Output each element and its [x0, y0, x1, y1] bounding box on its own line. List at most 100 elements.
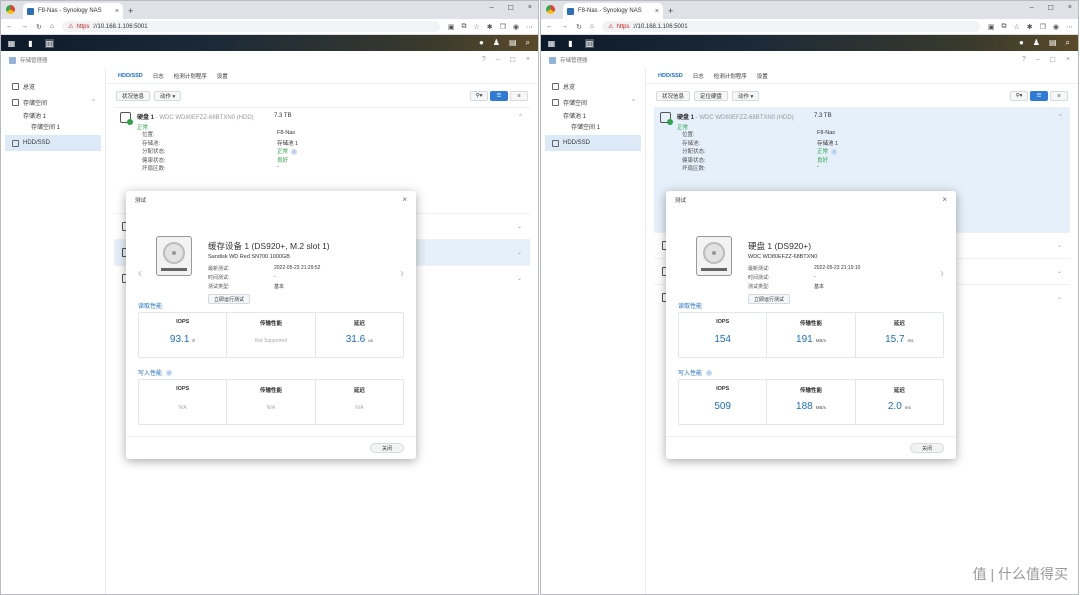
main-menu-icon[interactable]: ▦ — [7, 39, 16, 48]
maximize-icon[interactable]: ☐ — [508, 4, 514, 12]
info-icon[interactable]: i — [831, 149, 838, 155]
tab-log[interactable]: 日志 — [693, 72, 704, 80]
sidebar-item-pool[interactable]: 存储池 1 — [1, 110, 105, 121]
sidebar-item-volume[interactable]: 存储空间 1 — [1, 121, 105, 132]
close-button[interactable]: 关闭 — [910, 443, 944, 453]
chevron-up-icon[interactable]: ^ — [519, 114, 522, 120]
profile-icon[interactable]: ◉ — [1053, 23, 1059, 31]
storage-manager-taskbar-icon[interactable]: ▥ — [45, 38, 54, 48]
back-icon[interactable]: ← — [6, 23, 13, 30]
extensions-icon[interactable]: ⧉ — [1001, 23, 1006, 31]
sidebar-item-volume[interactable]: 存储空间 1 — [541, 121, 645, 132]
filter-button[interactable]: ⚲▾ — [1010, 91, 1028, 101]
close-icon[interactable]: × — [526, 56, 530, 64]
list-view-button[interactable]: ☰ — [1030, 91, 1048, 101]
tab-log[interactable]: 日志 — [153, 72, 164, 80]
detail-view-button[interactable]: ≡ — [510, 91, 528, 101]
browser-tab[interactable]: F8-Nas - Synology NAS × — [563, 3, 663, 19]
back-icon[interactable]: ← — [546, 23, 553, 30]
locate-disk-button[interactable]: 定位硬盘 — [694, 91, 729, 101]
chevron-up-icon[interactable]: ^ — [632, 99, 635, 105]
screenshot-icon[interactable]: ▣ — [448, 23, 455, 31]
info-icon[interactable]: i — [291, 149, 298, 155]
settings-icon[interactable]: ✱ — [1027, 23, 1033, 31]
minimize-icon[interactable]: – — [496, 56, 500, 64]
url-input[interactable]: ⚠ https://10.168.1.106:5001 — [602, 21, 980, 32]
close-icon[interactable]: × — [1066, 56, 1070, 64]
close-window-icon[interactable]: × — [528, 4, 532, 12]
menu-icon[interactable]: ⋯ — [526, 23, 533, 31]
sidebar-item-hdd[interactable]: HDD/SSD — [5, 135, 101, 151]
widgets-icon[interactable]: ▤ — [509, 38, 517, 48]
home-icon[interactable]: ⌂ — [50, 23, 54, 30]
collections-icon[interactable]: ❐ — [500, 23, 506, 31]
run-test-button[interactable]: 立即运行测试 — [208, 294, 251, 304]
chevron-down-icon[interactable]: ⌄ — [1057, 294, 1062, 301]
detail-view-button[interactable]: ≡ — [1050, 91, 1068, 101]
chevron-down-icon[interactable]: ⌄ — [517, 275, 522, 282]
status-button[interactable]: 状况信息 — [656, 91, 691, 101]
tab-hdd[interactable]: HDD/SSD — [118, 73, 143, 79]
minimize-icon[interactable]: – — [1030, 4, 1034, 12]
sidebar-item-storage[interactable]: 存储空间 ^ — [1, 94, 105, 110]
tab-schedule[interactable]: 检测计划程序 — [714, 72, 747, 80]
filter-button[interactable]: ⚲▾ — [470, 91, 488, 101]
next-device-icon[interactable]: › — [940, 266, 944, 280]
reload-icon[interactable]: ↻ — [576, 23, 582, 31]
action-button[interactable]: 动作 ▾ — [154, 91, 182, 101]
screenshot-icon[interactable]: ▣ — [988, 23, 995, 31]
next-device-icon[interactable]: › — [400, 266, 404, 280]
storage-manager-taskbar-icon[interactable]: ▥ — [585, 38, 594, 48]
chevron-down-icon[interactable]: ⌄ — [517, 223, 522, 230]
extensions-icon[interactable]: ⧉ — [461, 23, 466, 31]
help-icon[interactable]: ? — [482, 56, 486, 64]
new-tab-button[interactable]: + — [128, 6, 133, 16]
chevron-down-icon[interactable]: ⌄ — [1057, 242, 1062, 249]
sidebar-item-overview[interactable]: 总览 — [541, 78, 645, 94]
tab-hdd[interactable]: HDD/SSD — [658, 73, 683, 79]
sidebar-item-storage[interactable]: 存储空间 ^ — [541, 94, 645, 110]
reload-icon[interactable]: ↻ — [36, 23, 42, 31]
close-tab-icon[interactable]: × — [115, 8, 119, 15]
list-view-button[interactable]: ☰ — [490, 91, 508, 101]
user-icon[interactable]: ♟ — [493, 38, 500, 48]
tab-settings[interactable]: 设置 — [757, 72, 768, 80]
forward-icon[interactable]: → — [561, 23, 568, 30]
main-menu-icon[interactable]: ▦ — [547, 39, 556, 48]
maximize-icon[interactable]: ☐ — [1050, 56, 1056, 64]
close-icon[interactable]: × — [402, 195, 407, 204]
action-button[interactable]: 动作 ▾ — [732, 91, 760, 101]
chat-icon[interactable]: ● — [1019, 38, 1024, 48]
file-station-icon[interactable]: ▮ — [566, 39, 575, 48]
prev-device-icon[interactable]: ‹ — [138, 266, 142, 280]
info-icon[interactable]: i — [706, 369, 713, 376]
browser-tab[interactable]: F8-Nas - Synology NAS × — [23, 3, 123, 19]
close-tab-icon[interactable]: × — [655, 8, 659, 15]
star-icon[interactable]: ☆ — [473, 23, 479, 31]
tab-settings[interactable]: 设置 — [217, 72, 228, 80]
sidebar-item-pool[interactable]: 存储池 1 — [541, 110, 645, 121]
tab-schedule[interactable]: 检测计划程序 — [174, 72, 207, 80]
chevron-down-icon[interactable]: ⌄ — [1057, 268, 1062, 275]
chevron-up-icon[interactable]: ^ — [92, 99, 95, 105]
star-icon[interactable]: ☆ — [1013, 23, 1019, 31]
help-icon[interactable]: ? — [1022, 56, 1026, 64]
widgets-icon[interactable]: ▤ — [1049, 38, 1057, 48]
collections-icon[interactable]: ❐ — [1040, 23, 1046, 31]
minimize-icon[interactable]: – — [1036, 56, 1040, 64]
file-station-icon[interactable]: ▮ — [26, 39, 35, 48]
chevron-up-icon[interactable]: ^ — [1059, 114, 1062, 120]
profile-icon[interactable]: ◉ — [513, 23, 519, 31]
disk-entry[interactable]: 硬盘 1 - WDC WD80EFZZ-68BTXN0 (HDD) 正常 7.3… — [114, 107, 530, 173]
close-icon[interactable]: × — [942, 195, 947, 204]
close-button[interactable]: 关闭 — [370, 443, 404, 453]
minimize-icon[interactable]: – — [490, 4, 494, 12]
search-icon[interactable]: ⌕ — [526, 38, 530, 48]
maximize-icon[interactable]: ☐ — [1048, 4, 1054, 12]
home-icon[interactable]: ⌂ — [590, 23, 594, 30]
chevron-down-icon[interactable]: ⌄ — [517, 249, 522, 256]
sidebar-item-overview[interactable]: 总览 — [1, 78, 105, 94]
search-icon[interactable]: ⌕ — [1066, 38, 1070, 48]
sidebar-item-hdd[interactable]: HDD/SSD — [545, 135, 641, 151]
url-input[interactable]: ⚠ https://10.168.1.106:5001 — [62, 21, 440, 32]
